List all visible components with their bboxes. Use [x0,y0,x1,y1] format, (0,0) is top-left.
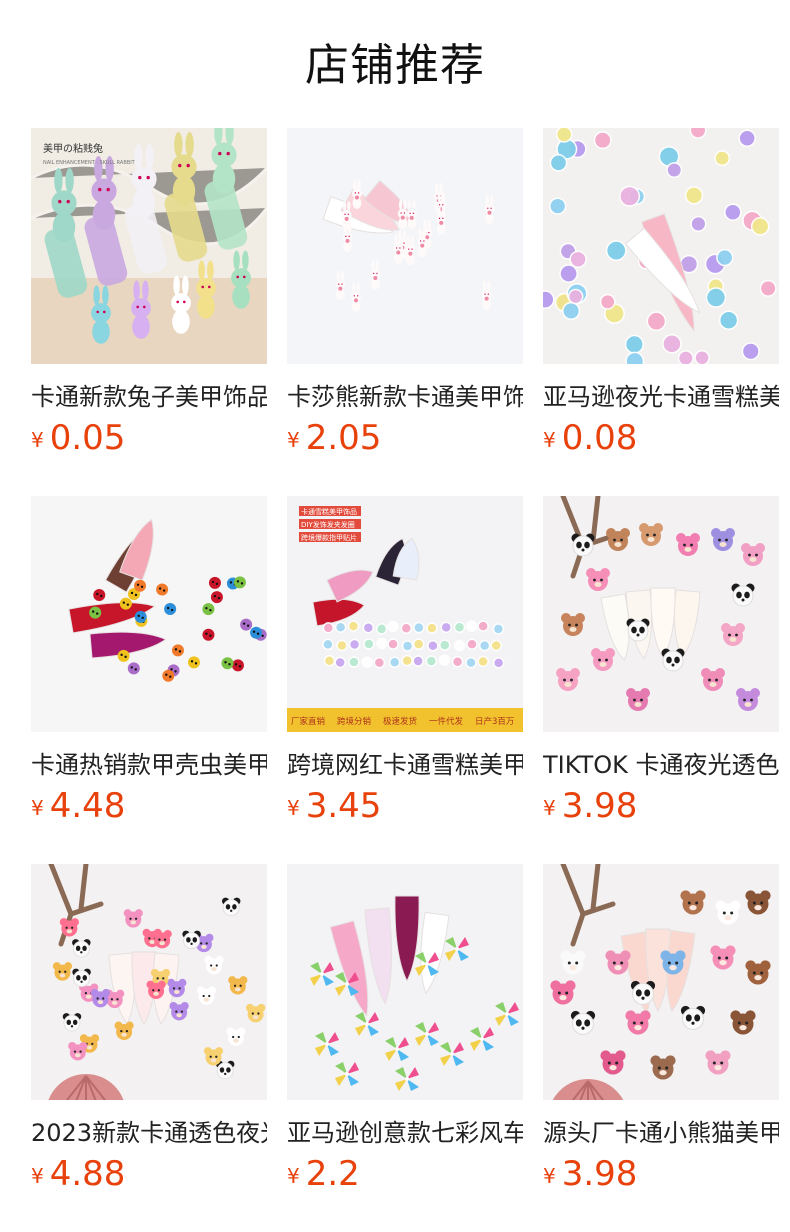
price-amount: 4.88 [49,1154,126,1194]
price-amount: 4.48 [49,786,126,826]
product-name[interactable]: 跨境网红卡通雪糕美甲 [287,748,523,782]
product-price: ¥4.48 [31,784,125,828]
svg-text:一件代发: 一件代发 [429,716,464,727]
currency-symbol: ¥ [543,1164,556,1188]
product-card[interactable]: 源头厂卡通小熊猫美甲 ¥3.98 [543,864,779,1209]
price-amount: 3.98 [561,786,638,826]
product-card[interactable]: 卡莎熊新款卡通美甲饰品¥2.05 [287,128,523,473]
product-card[interactable]: TIKTOK 卡通夜光透色美甲¥3.98 [543,496,779,841]
product-grid: 美甲の粘贱兔 NAIL ENHANCEMENT · SKULL RABBIT 卡通… [31,128,790,1232]
product-price: ¥2.05 [287,416,381,460]
product-price: ¥2.2 [287,1152,360,1196]
currency-symbol: ¥ [543,428,556,452]
product-name[interactable]: 亚马逊创意款七彩风车美甲 [287,1116,523,1150]
product-card[interactable]: 亚马逊创意款七彩风车美甲¥2.2 [287,864,523,1209]
currency-symbol: ¥ [31,1164,44,1188]
price-amount: 0.05 [49,418,126,458]
product-image[interactable]: 美甲の粘贱兔 NAIL ENHANCEMENT · SKULL RABBIT [31,128,267,364]
product-price: ¥4.88 [31,1152,125,1196]
section-title: 店铺推荐 [305,40,485,91]
shop-recommendations-page: 店铺推荐 美甲の粘贱兔 NAIL ENHANCEMENT · SKULL RAB… [0,0,790,1232]
product-name[interactable]: 卡莎熊新款卡通美甲饰品 [287,380,523,414]
svg-text:卡通雪糕美甲饰品: 卡通雪糕美甲饰品 [301,507,357,516]
product-card[interactable]: 卡通热销款甲壳虫美甲 ¥4.48 [31,496,267,841]
product-image[interactable] [543,864,779,1100]
svg-text:DIY发饰发夹发圈: DIY发饰发夹发圈 [301,520,355,529]
product-image[interactable]: 卡通雪糕美甲饰品 DIY发饰发夹发圈 跨境爆款指甲贴片 厂家直销 跨境分销 极速发货… [287,496,523,732]
product-card[interactable]: 美甲の粘贱兔 NAIL ENHANCEMENT · SKULL RABBIT 卡通… [31,128,267,473]
svg-text:日产3百万: 日产3百万 [475,716,514,727]
currency-symbol: ¥ [287,428,300,452]
product-price: ¥3.98 [543,784,637,828]
product-image[interactable] [31,496,267,732]
svg-text:跨境爆款指甲贴片: 跨境爆款指甲贴片 [301,533,357,542]
currency-symbol: ¥ [287,1164,300,1188]
svg-text:厂家直销: 厂家直销 [291,716,326,727]
price-amount: 2.05 [305,418,382,458]
product-price: ¥3.45 [287,784,381,828]
product-image[interactable] [543,496,779,732]
product-card[interactable]: 卡通雪糕美甲饰品 DIY发饰发夹发圈 跨境爆款指甲贴片 厂家直销 跨境分销 极速发货… [287,496,523,841]
product-name[interactable]: 卡通热销款甲壳虫美甲 [31,748,267,782]
product-name[interactable]: 卡通新款兔子美甲饰品 [31,380,267,414]
svg-text:跨境分销: 跨境分销 [337,716,372,727]
product-card[interactable]: 亚马逊夜光卡通雪糕美甲¥0.08 [543,128,779,473]
product-name[interactable]: 源头厂卡通小熊猫美甲 [543,1116,779,1150]
svg-text:极速发货: 极速发货 [383,716,418,727]
product-image[interactable] [31,864,267,1100]
product-image[interactable] [287,864,523,1100]
currency-symbol: ¥ [31,796,44,820]
price-amount: 2.2 [305,1154,360,1194]
product-card[interactable]: 2023新款卡通透色夜光美甲¥4.88 [31,864,267,1209]
product-price: ¥0.05 [31,416,125,460]
product-image[interactable] [287,128,523,364]
currency-symbol: ¥ [31,428,44,452]
product-price: ¥3.98 [543,1152,637,1196]
svg-text:美甲の粘贱兔: 美甲の粘贱兔 [43,142,103,155]
price-amount: 0.08 [561,418,638,458]
price-amount: 3.45 [305,786,382,826]
product-name[interactable]: 2023新款卡通透色夜光美甲 [31,1116,267,1150]
currency-symbol: ¥ [287,796,300,820]
product-name[interactable]: TIKTOK 卡通夜光透色美甲 [543,748,779,782]
product-name[interactable]: 亚马逊夜光卡通雪糕美甲 [543,380,779,414]
currency-symbol: ¥ [543,796,556,820]
product-price: ¥0.08 [543,416,637,460]
price-amount: 3.98 [561,1154,638,1194]
svg-text:NAIL ENHANCEMENT · SKULL RABBI: NAIL ENHANCEMENT · SKULL RABBIT [43,160,136,166]
product-image[interactable] [543,128,779,364]
